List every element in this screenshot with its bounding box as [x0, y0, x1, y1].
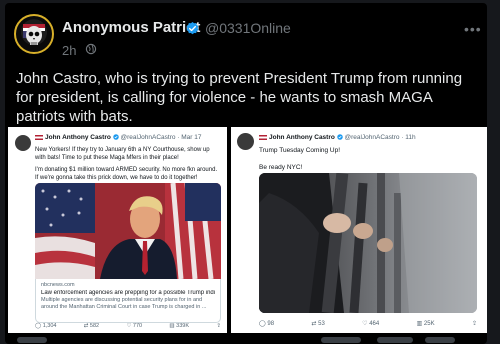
verified-badge-icon: [336, 134, 343, 141]
embed-text: New Yorkers! If they try to January 6th …: [35, 146, 221, 186]
tweet-timestamp[interactable]: 2h: [62, 43, 76, 58]
embed-author-name: John Anthony Castro: [269, 134, 335, 141]
tweet-text: John Castro, who is trying to prevent Pr…: [16, 70, 463, 125]
action-bar-cropped: [5, 337, 487, 344]
views-count: ▥ 25K: [416, 321, 435, 327]
like-count: ♡ 464: [362, 321, 380, 327]
us-flag-icon: [35, 134, 43, 140]
embed-date: · 11h: [401, 134, 416, 141]
globe-icon: [85, 43, 97, 55]
author-name[interactable]: Anonymous Patriot: [62, 19, 200, 36]
embed-text-line-2: I'm donating $1 million toward ARMED sec…: [35, 167, 218, 181]
tweet-card[interactable]: Anonymous Patriot @0331Online 2h ••• Joh…: [5, 3, 487, 344]
embed-header: John Anthony Castro @realJohnACastro · M…: [35, 134, 202, 141]
skull-flag-avatar-icon[interactable]: [14, 14, 54, 54]
link-source: nbcnews.com: [41, 282, 75, 288]
embed-avatar: [15, 135, 31, 151]
author-handle[interactable]: @0331Online: [205, 20, 291, 36]
verified-badge-icon: [186, 21, 199, 35]
reply-count: ◯ 1,304: [35, 323, 57, 329]
embed-actions: ◯ 98 ⇄ 53 ♡ 464 ▥ 25K ⇪: [259, 320, 477, 327]
embed-actions: ◯ 1,304 ⇄ 582 ♡ 770 ▥ 339K ⇪: [35, 323, 221, 329]
embedded-image-left[interactable]: John Anthony Castro @realJohnACastro · M…: [8, 127, 227, 333]
retweet-count: ⇄ 582: [83, 323, 100, 329]
embed-text-line-1: New Yorkers! If they try to January 6th …: [35, 147, 210, 161]
embed-header: John Anthony Castro @realJohnACastro · 1…: [259, 134, 416, 141]
share-icon: ⇪: [471, 321, 477, 327]
embed-date: · Mar 17: [177, 134, 202, 141]
like-count: ♡ 770: [126, 323, 143, 329]
views-count: ▥ 339K: [169, 323, 190, 329]
embed-handle: @realJohnACastro: [120, 134, 176, 141]
verified-badge-icon: [112, 134, 119, 141]
embed-author-name: John Anthony Castro: [45, 134, 111, 141]
news-link-card[interactable]: nbcnews.com Law enforcement agencies are…: [35, 279, 221, 323]
trump-flags-photo: [35, 183, 221, 279]
embed-text-line-2: Be ready NYC!: [259, 164, 303, 171]
us-flag-icon: [259, 134, 267, 140]
embed-handle: @realJohnACastro: [344, 134, 400, 141]
more-options-button[interactable]: •••: [464, 21, 482, 37]
bats-photo: [259, 173, 477, 313]
embed-avatar: [237, 133, 254, 150]
reply-count: ◯ 98: [259, 321, 275, 327]
share-icon: ⇪: [216, 323, 221, 329]
screenshot-frame: Anonymous Patriot @0331Online 2h ••• Joh…: [0, 0, 500, 344]
embedded-image-right[interactable]: John Anthony Castro @realJohnACastro · 1…: [231, 127, 487, 333]
link-title: Law enforcement agencies are prepping fo…: [41, 290, 215, 296]
retweet-count: ⇄ 53: [311, 321, 325, 327]
embed-text-line-1: Trump Tuesday Coming Up!: [259, 147, 341, 154]
link-description: Multiple agencies are discussing potenti…: [41, 297, 207, 310]
